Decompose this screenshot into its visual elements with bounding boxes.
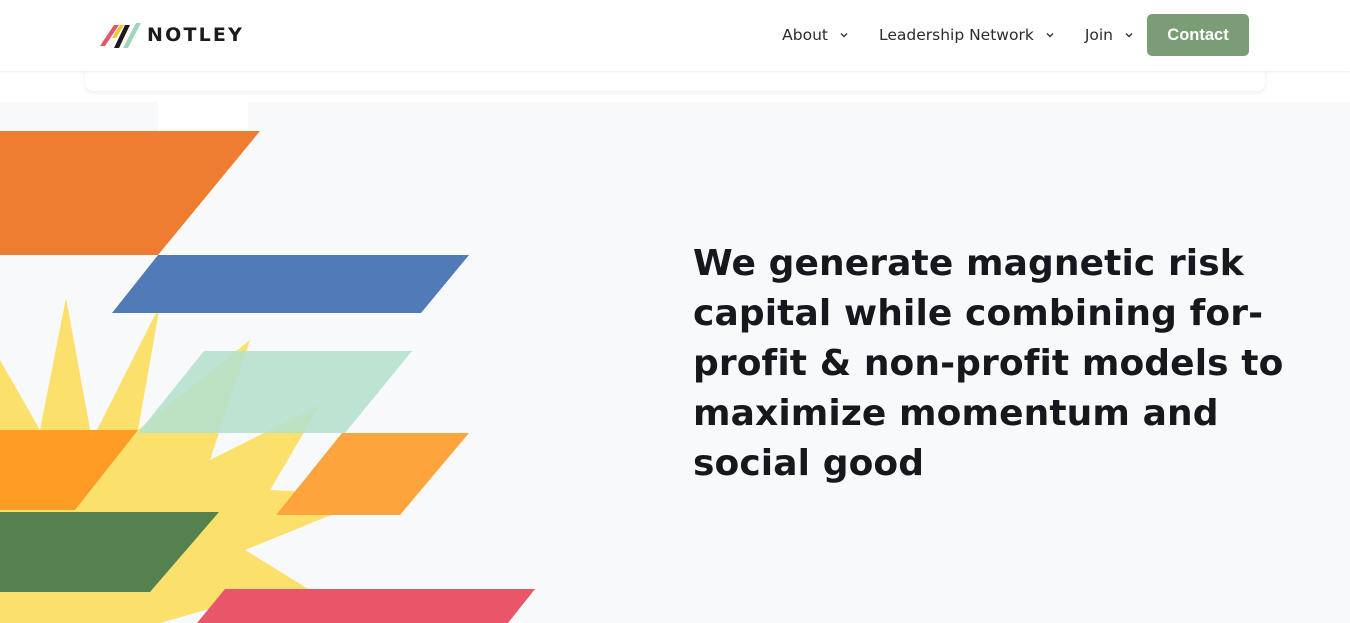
nav-item-join[interactable]: Join [1085, 26, 1134, 44]
nav-item-label: Join [1084, 26, 1113, 44]
notley-logo-icon [100, 23, 141, 48]
nav-item-leadership-network[interactable]: Leadership Network [879, 26, 1055, 44]
nav-item-about[interactable]: About [782, 26, 849, 44]
hero-headline: We generate magnetic risk capital while … [693, 243, 1284, 484]
nav-item-label: Leadership Network [878, 26, 1034, 44]
nav-item-label: About [782, 26, 828, 44]
blue-parallelogram [112, 255, 469, 313]
chevron-down-icon [1046, 33, 1054, 38]
chevron-down-icon [840, 33, 848, 38]
light-orange-parallelogram [276, 433, 469, 515]
red-parallelogram [197, 589, 535, 623]
brand-name: NOTLEY [147, 24, 245, 46]
contact-button[interactable]: Contact [1147, 14, 1249, 56]
main-nav: About Leadership Network Join Contact [782, 14, 1249, 56]
chevron-down-icon [1125, 33, 1133, 38]
orange-parallelogram [0, 131, 260, 255]
brand-logo[interactable]: NOTLEY [100, 20, 244, 50]
site-header: NOTLEY About Leadership Network Join Con… [0, 0, 1350, 71]
mint-parallelogram [138, 351, 412, 433]
illustration-white-notch [158, 102, 248, 132]
